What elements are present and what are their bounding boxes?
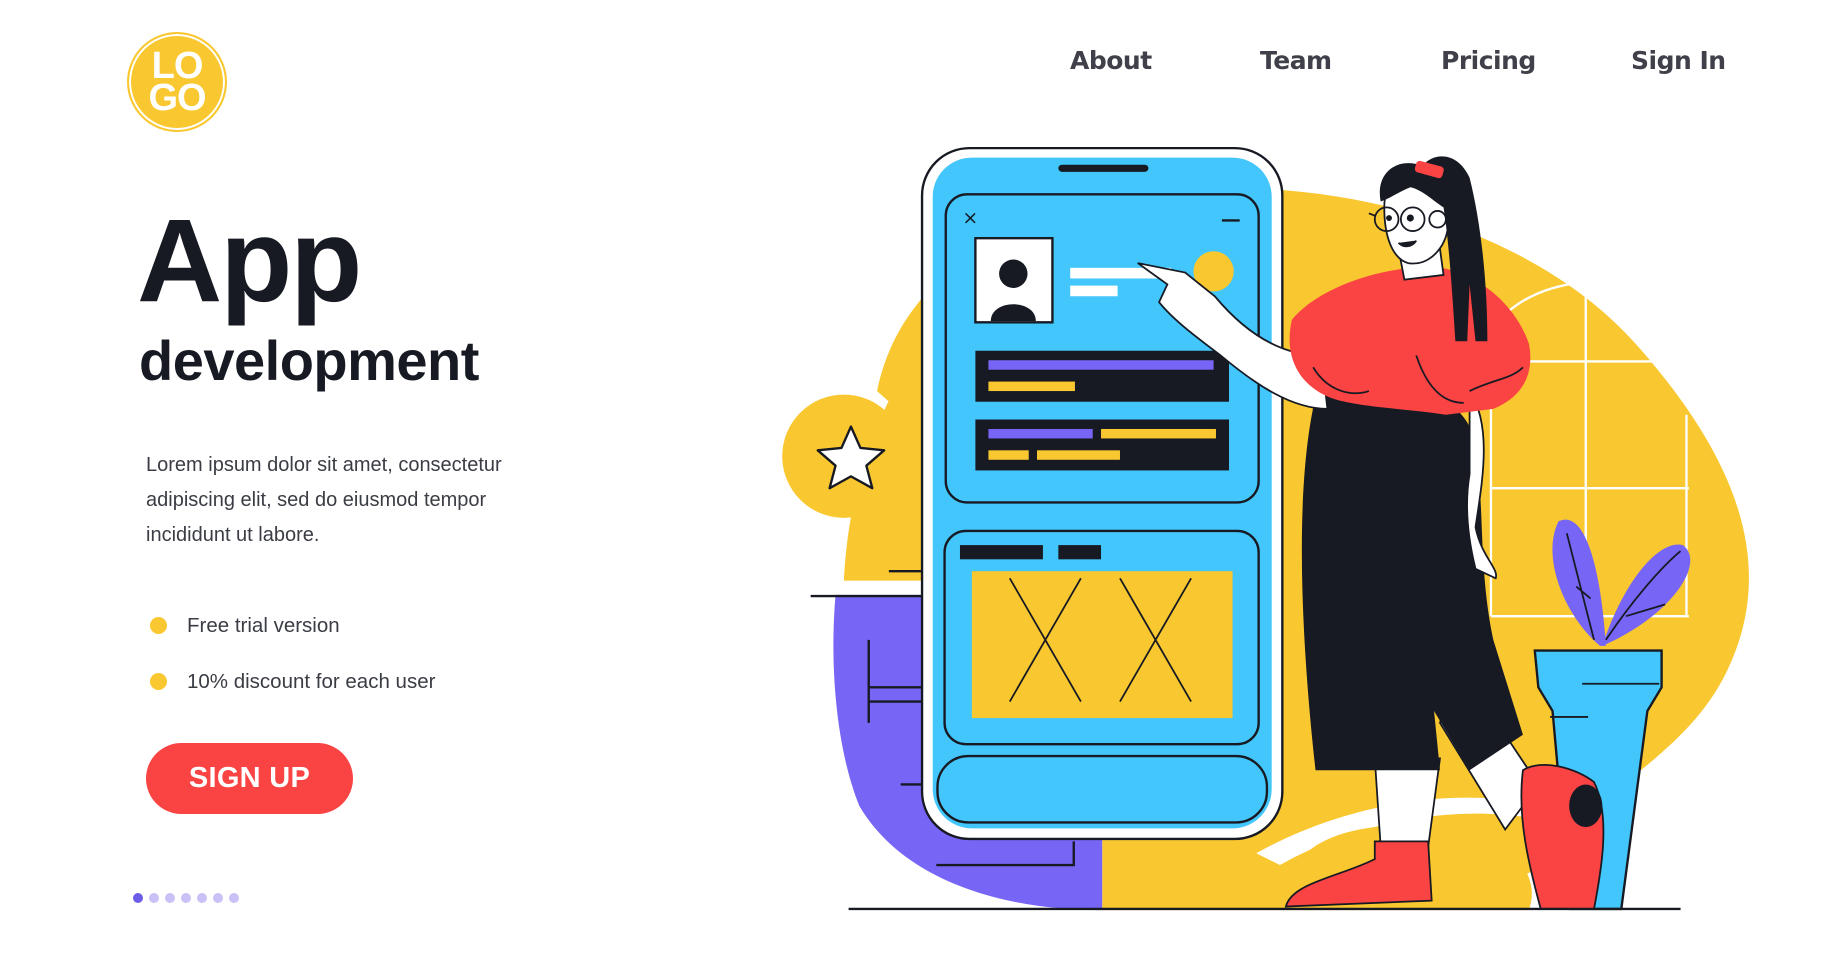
pagination-dot-5[interactable] (197, 893, 207, 903)
feature-text: Free trial version (187, 613, 340, 637)
pagination-dot-7[interactable] (229, 893, 239, 903)
avatar-head (999, 259, 1028, 288)
nav-team[interactable]: Team (1260, 46, 1332, 75)
feature-text: 10% discount for each user (187, 669, 436, 693)
placeholder-heading (1058, 545, 1102, 560)
nav-pricing[interactable]: Pricing (1441, 46, 1536, 75)
nav-about[interactable]: About (1070, 46, 1152, 75)
hero-subtitle: development (139, 329, 479, 392)
pagination-dot-3[interactable] (165, 893, 175, 903)
close-icon[interactable]: × (962, 207, 978, 229)
placeholder-heading (959, 545, 1043, 560)
pagination-dot-4[interactable] (181, 893, 191, 903)
sign-up-button[interactable]: SIGN UP (146, 743, 353, 814)
placeholder-line (1070, 285, 1118, 297)
placeholder-line (988, 360, 1214, 370)
placeholder-line (1037, 450, 1120, 460)
bullet-icon (150, 673, 167, 690)
placeholder-line (988, 381, 1075, 392)
hero-title: App (137, 195, 362, 327)
feature-list: Free trial version 10% discount for each… (146, 608, 435, 720)
top-nav: About Team Pricing Sign In (0, 46, 1837, 86)
feature-item: Free trial version (146, 608, 435, 643)
app-bottom-bar (936, 754, 1269, 824)
pagination-dot-2[interactable] (149, 893, 159, 903)
pagination-dots (133, 893, 239, 903)
content-block (975, 350, 1230, 402)
phone: × (920, 146, 1284, 841)
logo-text-line2: GO (148, 77, 206, 119)
pagination-dot-6[interactable] (213, 893, 223, 903)
bullet-icon (150, 617, 167, 634)
feature-item: 10% discount for each user (146, 664, 435, 699)
pagination-dot-1[interactable] (133, 893, 143, 903)
placeholder-line (988, 428, 1093, 439)
content-block (975, 419, 1230, 471)
phone-speaker (1058, 164, 1149, 172)
nav-sign-in[interactable]: Sign In (1631, 46, 1726, 75)
placeholder-line (1101, 428, 1216, 439)
hero-description: Lorem ipsum dolor sit amet, consectetur … (146, 454, 502, 546)
placeholder-line (988, 450, 1029, 460)
image-placeholder (971, 571, 1233, 719)
